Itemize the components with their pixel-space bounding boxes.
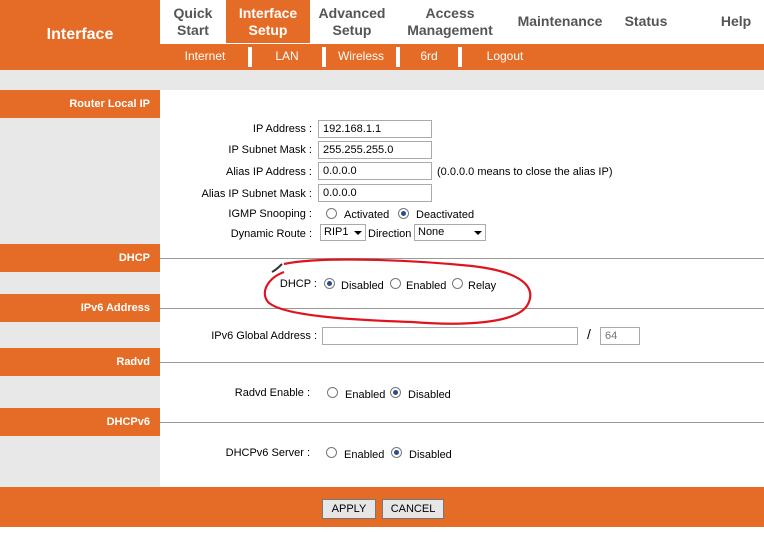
- dynamic-route-label: Dynamic Route :: [230, 228, 312, 240]
- radvd-disabled-radio[interactable]: [390, 387, 401, 398]
- igmp-snooping-label: IGMP Snooping :: [228, 208, 312, 220]
- tab-label: Maintenance: [517, 13, 603, 29]
- dhcpv6-disabled-radio[interactable]: [391, 447, 402, 458]
- main-nav: Quick Start Interface Setup Advanced Setup …: [160, 0, 764, 44]
- section-router-local-ip: Router Local IP: [0, 90, 160, 118]
- section-dhcpv6: DHCPv6: [0, 408, 160, 436]
- alias-ip-note: (0.0.0.0 means to close the alias IP): [437, 166, 613, 178]
- subtab-6rd[interactable]: 6rd: [400, 49, 458, 65]
- red-annotation-circle: [263, 258, 532, 325]
- radvd-enabled-radio[interactable]: [327, 387, 338, 398]
- tab-label: Advanced Setup: [318, 4, 386, 38]
- radvd-enabled-label: Enabled: [345, 389, 386, 401]
- ipv6-prefix-length-input[interactable]: [600, 327, 640, 345]
- subtab-lan[interactable]: LAN: [252, 49, 322, 65]
- subtab-wireless[interactable]: Wireless: [326, 49, 396, 65]
- brand-title: Interface: [0, 0, 160, 70]
- ip-address-input[interactable]: [318, 120, 432, 138]
- dynamic-route-select[interactable]: RIP1: [320, 224, 366, 241]
- section-ipv6-address: IPv6 Address: [0, 294, 160, 322]
- tab-quick-start[interactable]: Quick Start: [160, 0, 226, 43]
- alias-ip-input[interactable]: [318, 162, 432, 180]
- direction-select[interactable]: None: [414, 224, 486, 241]
- tab-label: Help: [720, 13, 752, 29]
- section-divider: [160, 422, 764, 423]
- alias-subnet-mask-label: Alias IP Subnet Mask :: [201, 188, 312, 200]
- subnet-mask-label: IP Subnet Mask :: [228, 144, 312, 156]
- radvd-disabled-label: Disabled: [408, 389, 451, 401]
- tab-access-management[interactable]: Access Management: [394, 0, 506, 43]
- alias-ip-label: Alias IP Address :: [225, 166, 312, 178]
- chevron-down-icon: [474, 231, 482, 235]
- tab-label: Quick Start: [173, 4, 213, 38]
- tab-help[interactable]: Help: [708, 0, 764, 43]
- igmp-activated-label: Activated: [344, 209, 390, 221]
- tab-advanced-setup[interactable]: Advanced Setup: [310, 0, 394, 43]
- dhcpv6-enabled-label: Enabled: [344, 449, 385, 461]
- tab-label: Status: [624, 13, 668, 29]
- dynamic-route-value: RIP1: [324, 226, 349, 238]
- igmp-activated-radio[interactable]: [326, 208, 337, 219]
- dhcpv6-server-label: DHCPv6 Server :: [225, 447, 310, 459]
- tab-status[interactable]: Status: [614, 0, 678, 43]
- tab-interface-setup[interactable]: Interface Setup: [226, 0, 310, 43]
- cancel-button[interactable]: CANCEL: [382, 499, 444, 519]
- tab-label: Access Management: [407, 4, 493, 38]
- apply-button[interactable]: APPLY: [322, 499, 376, 519]
- sub-nav: Internet LAN Wireless 6rd Logout: [160, 44, 764, 70]
- alias-subnet-mask-input[interactable]: [318, 184, 432, 202]
- prefix-separator: /: [587, 326, 591, 342]
- chevron-down-icon: [354, 231, 362, 235]
- subtab-logout[interactable]: Logout: [462, 49, 548, 65]
- header-spacer: [0, 70, 764, 90]
- subtab-internet[interactable]: Internet: [170, 49, 240, 65]
- section-divider: [160, 362, 764, 363]
- subnet-mask-input[interactable]: [318, 141, 432, 159]
- section-dhcp: DHCP: [0, 244, 160, 272]
- direction-label: Direction: [368, 228, 412, 240]
- tab-maintenance[interactable]: Maintenance: [506, 0, 614, 43]
- igmp-deactivated-radio[interactable]: [398, 208, 409, 219]
- section-radvd: Radvd: [0, 348, 160, 376]
- ipv6-global-address-label: IPv6 Global Address :: [211, 330, 317, 342]
- radvd-enable-label: Radvd Enable :: [234, 387, 310, 399]
- tab-label: Interface Setup: [238, 4, 298, 38]
- dhcpv6-disabled-label: Disabled: [409, 449, 452, 461]
- direction-value: None: [418, 226, 445, 238]
- igmp-deactivated-label: Deactivated: [416, 209, 475, 221]
- ip-address-label: IP Address :: [252, 123, 312, 135]
- dhcpv6-enabled-radio[interactable]: [326, 447, 337, 458]
